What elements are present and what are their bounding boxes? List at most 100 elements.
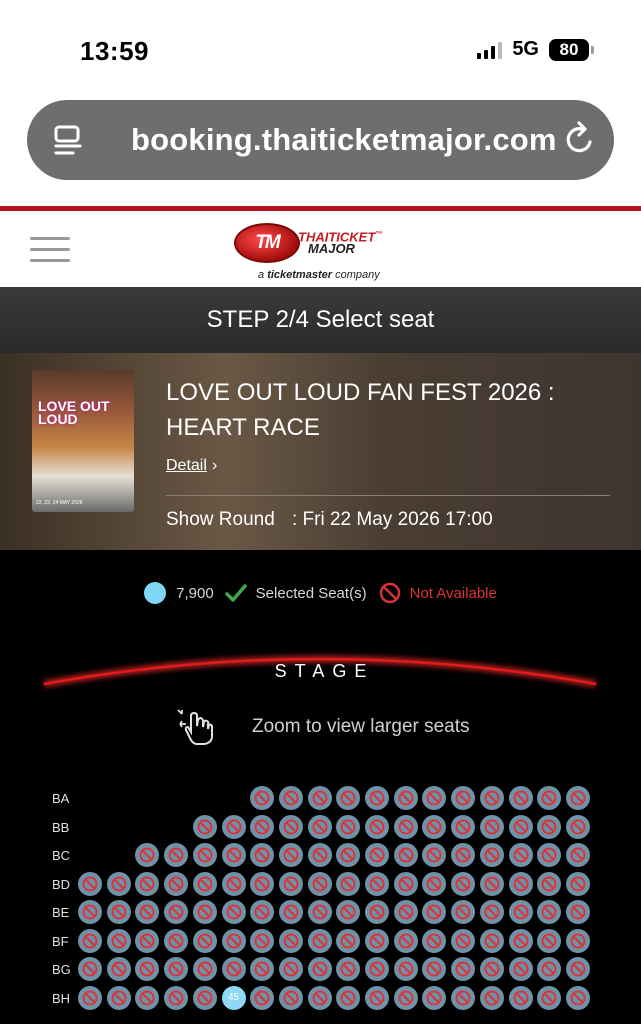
seat-not-available: [336, 871, 361, 896]
reload-icon[interactable]: [562, 120, 598, 158]
menu-icon[interactable]: [30, 237, 70, 263]
seat-not-available: [393, 786, 418, 810]
site-logo[interactable]: TM THAITICKET™ MAJOR a ticketmaster comp…: [234, 219, 414, 285]
seat-not-available: [508, 814, 533, 839]
seat-not-available: [479, 786, 504, 810]
seat-not-available: [508, 871, 533, 896]
seat-not-available: [565, 900, 590, 924]
seat-not-available: [78, 900, 102, 924]
chevron-right-icon[interactable]: ›: [212, 457, 217, 475]
seat-not-available: [307, 957, 332, 981]
seat-not-available: [135, 928, 160, 953]
seat-not-available: [422, 814, 447, 839]
seat-not-available: [307, 928, 332, 953]
seat-not-available: [393, 985, 418, 1010]
seat-not-available: [307, 786, 332, 810]
seat-row: BB: [0, 813, 641, 841]
prohibited-icon: [379, 582, 400, 604]
seat-row: BG: [0, 955, 641, 983]
seat-not-available: [192, 814, 217, 839]
seat-not-available: [479, 871, 504, 896]
seat-not-available: [565, 871, 590, 896]
seat-not-available: [336, 928, 361, 953]
seat-not-available: [422, 871, 447, 896]
seat-not-available: [508, 900, 533, 924]
seat-not-available: [451, 900, 476, 924]
seat-not-available: [565, 957, 590, 981]
logo-tm: ™: [375, 231, 383, 238]
url-text[interactable]: booking.thaiticketmajor.com: [131, 122, 557, 158]
seat-not-available: [451, 871, 476, 896]
seat-row-label: BE: [52, 905, 70, 920]
seat-not-available: [221, 814, 246, 839]
seat-not-available: [537, 985, 562, 1010]
seat-row-label: BB: [52, 819, 70, 835]
seat-not-available: [565, 843, 590, 867]
seat-not-available: [106, 957, 131, 981]
seat-not-available: [278, 957, 303, 981]
seat-not-available: [565, 786, 590, 810]
seat-not-available: [250, 985, 275, 1010]
seat-not-available: [393, 871, 418, 896]
seat-not-available: [278, 900, 303, 924]
seat-not-available: [278, 871, 303, 896]
seat-row: BD: [0, 870, 641, 898]
logo-sub-brand: ticketmaster: [267, 269, 333, 281]
seat-not-available: [365, 928, 389, 953]
logo-sub-suffix: company: [335, 269, 380, 281]
seat-not-available: [106, 985, 131, 1010]
seat-row-label: BC: [52, 848, 71, 863]
seat-not-available: [164, 957, 189, 981]
seat-not-available: [479, 814, 504, 839]
seat-not-available: [336, 985, 361, 1010]
seat-row: BF: [0, 927, 641, 955]
seat-not-available: [192, 985, 217, 1010]
detail-link[interactable]: Detail: [166, 457, 207, 475]
seat-row: BE: [0, 898, 641, 926]
reader-icon[interactable]: [51, 124, 85, 158]
address-bar[interactable]: booking.thaiticketmajor.com: [27, 100, 614, 180]
checkmark-icon: [224, 584, 247, 602]
seat-not-available: [422, 786, 447, 810]
legend-not-available: Not Available: [409, 584, 497, 602]
seat-row: BC: [0, 841, 641, 869]
seat-available[interactable]: 45: [221, 985, 246, 1010]
seat-row-label: BF: [52, 933, 69, 949]
seat-not-available: [164, 928, 189, 953]
seat-not-available: [508, 843, 533, 867]
seat-legend: 7,900 Selected Seat(s) Not Available: [0, 578, 641, 608]
seat-not-available: [422, 985, 447, 1010]
seat-not-available: [365, 900, 389, 924]
seat-not-available: [192, 871, 217, 896]
seat-not-available: [565, 814, 590, 839]
seat-not-available: [479, 985, 504, 1010]
browser-chrome: 13:59 5G 80 booking.thaiticketmajor.com: [0, 0, 641, 206]
seat-not-available: [192, 843, 217, 867]
seat-row-label: BG: [52, 962, 71, 977]
seat-not-available: [565, 928, 590, 953]
seat-not-available: [365, 871, 389, 896]
seat-row-label: BD: [52, 876, 71, 892]
seat-not-available: [508, 786, 533, 810]
seat-not-available: [336, 957, 361, 981]
stage-label: STAGE: [274, 661, 375, 681]
seat-not-available: [278, 814, 303, 839]
network-type: 5G: [512, 38, 539, 60]
seat-not-available: [250, 843, 275, 867]
event-banner: LOVE OUT LOUD 22, 23, 24 MAY 2026 LOVE O…: [0, 353, 641, 550]
status-time: 13:59: [80, 36, 149, 66]
seat-not-available: [135, 985, 160, 1010]
seat-not-available: [365, 843, 389, 867]
seat-not-available: [479, 928, 504, 953]
seat-not-available: [336, 900, 361, 924]
seat-not-available: [451, 957, 476, 981]
seat-not-available: [422, 957, 447, 981]
seat-not-available: [307, 814, 332, 839]
event-divider: [166, 495, 610, 496]
seat-not-available: [479, 843, 504, 867]
seat-not-available: [250, 786, 275, 810]
seat-not-available: [451, 843, 476, 867]
logo-badge: TM: [234, 223, 300, 263]
seat-not-available: [508, 985, 533, 1010]
seat-not-available: [135, 957, 160, 981]
